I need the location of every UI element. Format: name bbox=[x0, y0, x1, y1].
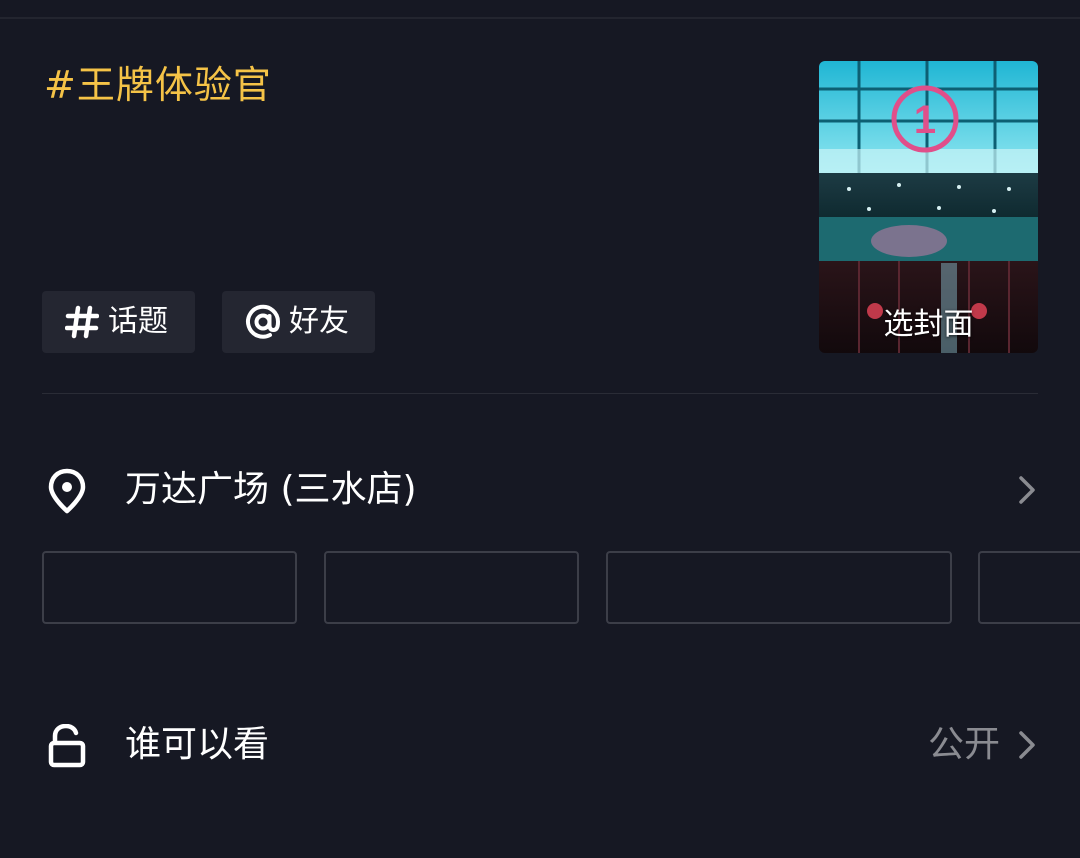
select-cover-label: 选封面 bbox=[883, 307, 974, 342]
unlock-icon bbox=[44, 723, 90, 769]
chevron-right-icon bbox=[1016, 729, 1038, 761]
privacy-row[interactable]: 谁可以看 公开 bbox=[0, 705, 1080, 785]
at-icon bbox=[245, 304, 281, 340]
hashtag-icon bbox=[64, 304, 100, 340]
mention-friend-label: 好友 bbox=[289, 304, 349, 339]
location-pin-icon bbox=[44, 468, 90, 514]
privacy-label: 谁可以看 bbox=[125, 724, 270, 765]
mention-friend-button[interactable]: 好友 bbox=[222, 291, 375, 353]
poi-suggestion-list bbox=[0, 551, 1080, 624]
topic-button[interactable]: 话题 bbox=[42, 291, 195, 353]
poi-suggestion-chip[interactable] bbox=[324, 551, 579, 624]
poi-suggestion-chip[interactable] bbox=[42, 551, 297, 624]
cover-selector[interactable]: 1 选封面 bbox=[819, 61, 1038, 353]
section-divider bbox=[42, 393, 1038, 394]
top-divider bbox=[0, 17, 1080, 19]
poi-suggestion-chip[interactable] bbox=[606, 551, 952, 624]
chevron-right-icon bbox=[1016, 474, 1038, 506]
poi-suggestion-chip[interactable] bbox=[978, 551, 1080, 624]
svg-text:1: 1 bbox=[914, 98, 936, 142]
location-label: 万达广场 (三水店) bbox=[125, 469, 417, 510]
location-row[interactable]: 万达广场 (三水店) bbox=[0, 450, 1080, 530]
privacy-value: 公开 bbox=[927, 724, 1000, 765]
post-settings-page: #王牌体验官 话题 好友 1 选封面 万达广场 (三水店) 谁可以看 公开 bbox=[0, 0, 1080, 858]
caption-text[interactable]: #王牌体验官 bbox=[44, 60, 272, 110]
topic-button-label: 话题 bbox=[108, 304, 168, 339]
